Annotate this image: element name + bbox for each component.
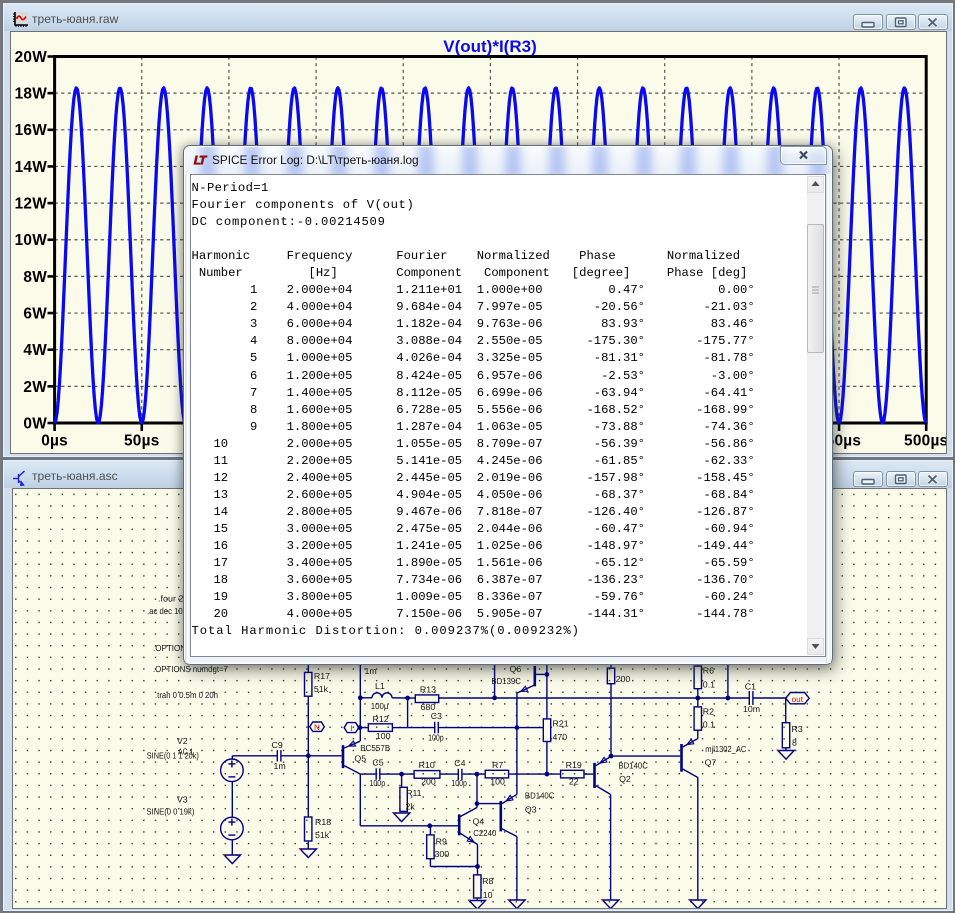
- svg-text:V(out)*I(R3): V(out)*I(R3): [443, 37, 536, 56]
- svg-text:BC557B: BC557B: [360, 743, 390, 753]
- svg-text:V3: V3: [177, 795, 188, 805]
- svg-text:100p: 100p: [451, 778, 467, 788]
- svg-text:C1: C1: [745, 681, 756, 691]
- svg-text:4W: 4W: [23, 342, 47, 359]
- svg-text:Q3: Q3: [525, 804, 537, 814]
- svg-text:C4: C4: [454, 758, 465, 768]
- svg-text:L1: L1: [375, 681, 385, 691]
- svg-text:0W: 0W: [23, 415, 47, 432]
- svg-text:100p: 100p: [370, 778, 386, 788]
- svg-text:100: 100: [490, 777, 505, 787]
- svg-text:BD140C: BD140C: [525, 791, 555, 801]
- svg-text:Q2: Q2: [619, 774, 631, 784]
- svg-text:Q6: Q6: [510, 664, 522, 674]
- svg-text:10: 10: [483, 890, 493, 900]
- svg-text:10m: 10m: [743, 704, 760, 714]
- svg-text:22: 22: [569, 777, 579, 787]
- svg-text:51k: 51k: [315, 830, 330, 840]
- svg-text:R2: R2: [703, 706, 714, 716]
- svg-text:R9: R9: [436, 837, 447, 847]
- svg-text:R6: R6: [703, 666, 714, 676]
- svg-text:R8: R8: [482, 876, 493, 886]
- svg-text:R18: R18: [315, 817, 331, 827]
- svg-text:R11: R11: [406, 788, 422, 798]
- svg-text:20W: 20W: [15, 49, 48, 66]
- svg-text:Q4: Q4: [473, 816, 485, 826]
- svg-text:51k: 51k: [314, 684, 329, 694]
- svg-text:10W: 10W: [15, 232, 48, 249]
- svg-text:200: 200: [421, 777, 436, 787]
- svg-text:R19: R19: [566, 760, 582, 770]
- svg-text:100µ: 100µ: [371, 701, 389, 711]
- svg-text:R3: R3: [792, 724, 803, 734]
- svg-text:100: 100: [376, 731, 391, 741]
- svg-text:2W: 2W: [23, 379, 47, 396]
- svg-text:V2: V2: [177, 736, 188, 746]
- svg-text:I: I: [350, 724, 352, 733]
- svg-text:6W: 6W: [23, 305, 47, 322]
- svg-text:0.1: 0.1: [703, 720, 715, 730]
- svg-text:BD140C: BD140C: [618, 761, 648, 771]
- svg-text:N: N: [314, 723, 320, 732]
- svg-text:8W: 8W: [23, 269, 47, 286]
- svg-text:mjl1302_AC: mjl1302_AC: [705, 744, 747, 754]
- svg-text:500µs: 500µs: [904, 433, 947, 450]
- svg-text:SINE(0 1 1 20k): SINE(0 1 1 20k): [147, 751, 199, 761]
- svg-text:0µs: 0µs: [41, 433, 68, 450]
- svg-text:0.1: 0.1: [703, 680, 715, 690]
- svg-text:100p: 100p: [428, 733, 444, 743]
- svg-text:R7: R7: [492, 760, 503, 770]
- svg-text:R21: R21: [553, 718, 569, 728]
- svg-text:R17: R17: [314, 671, 330, 681]
- svg-text:2k: 2k: [406, 801, 416, 811]
- svg-text:50µs: 50µs: [124, 433, 160, 450]
- svg-text:18W: 18W: [15, 86, 48, 103]
- svg-text:R10: R10: [419, 760, 435, 770]
- svg-text:14W: 14W: [15, 159, 48, 176]
- svg-text:8: 8: [792, 737, 797, 747]
- svg-text:200: 200: [616, 674, 631, 684]
- svg-text:BD139C: BD139C: [491, 676, 521, 686]
- svg-text:12W: 12W: [15, 196, 48, 213]
- svg-text:C2240: C2240: [473, 828, 496, 838]
- svg-text:1m: 1m: [274, 761, 286, 771]
- svg-text:Q5: Q5: [354, 754, 366, 764]
- svg-text:300: 300: [435, 849, 450, 859]
- svg-text:SINE(0 0 19k): SINE(0 0 19k): [146, 807, 194, 817]
- svg-text:.OPTIONS numdgt=7: .OPTIONS numdgt=7: [153, 664, 228, 674]
- svg-text:C3: C3: [431, 711, 442, 721]
- svg-text:out: out: [792, 695, 804, 704]
- svg-text:1m: 1m: [365, 666, 377, 676]
- svg-text:16W: 16W: [15, 122, 48, 139]
- svg-text:C9: C9: [272, 740, 283, 750]
- svg-text:R12: R12: [373, 714, 389, 724]
- svg-text:C5: C5: [372, 758, 383, 768]
- svg-text:R13: R13: [420, 685, 436, 695]
- svg-text:Q7: Q7: [705, 757, 717, 767]
- svg-text:470: 470: [553, 732, 568, 742]
- svg-text:.tran 0 0.5m 0 20h: .tran 0 0.5m 0 20h: [155, 690, 218, 700]
